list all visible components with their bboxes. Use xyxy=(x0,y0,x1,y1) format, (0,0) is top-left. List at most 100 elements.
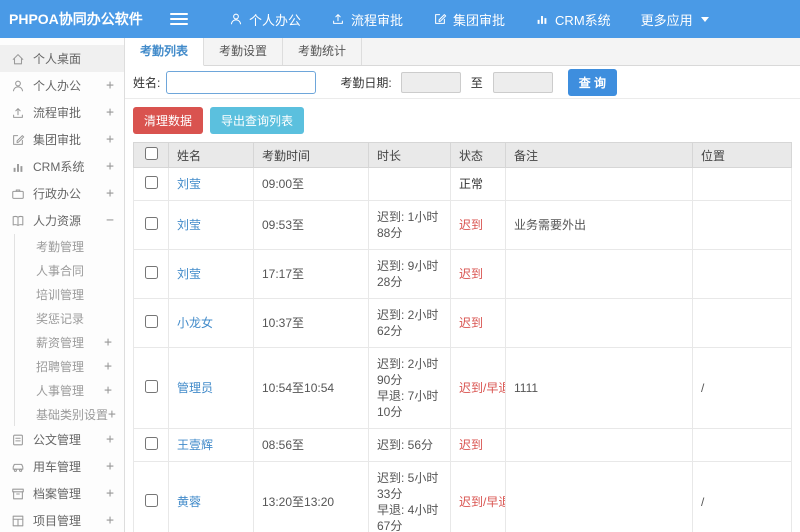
row-checkbox[interactable] xyxy=(144,493,158,507)
attendance-time-text: 13:20至13:20 xyxy=(262,495,335,509)
employee-name-link[interactable]: 管理员 xyxy=(177,381,213,395)
expand-plus-icon[interactable]: + xyxy=(106,159,114,174)
date-to-label: 至 xyxy=(470,75,483,90)
sidebar-subitem-training-management[interactable]: 培训管理 xyxy=(15,282,124,306)
table-row: 刘莹 17:17至 迟到: 9小时28分 迟到 xyxy=(133,249,792,299)
name-input[interactable] xyxy=(166,70,317,94)
export-list-button[interactable]: 导出查询列表 xyxy=(210,107,305,134)
sidebar-subitem-basic-category-settings[interactable]: 基础类别设置 + xyxy=(15,402,124,426)
sidebar-subitem-personnel-management[interactable]: 人事管理 + xyxy=(15,378,124,402)
column-header: 姓名 xyxy=(168,142,254,168)
sidebar-subitem-recruitment-management[interactable]: 招聘管理 + xyxy=(15,354,124,378)
sidebar-item-group-approval[interactable]: 集团审批 + xyxy=(0,126,124,153)
topnav-item-workflow-approval[interactable]: 流程审批 xyxy=(316,0,418,38)
expand-plus-icon[interactable]: + xyxy=(104,359,112,374)
row-checkbox[interactable] xyxy=(144,216,158,230)
row-checkbox[interactable] xyxy=(144,265,158,279)
query-button[interactable]: 查 询 xyxy=(567,68,618,96)
duration-text: 迟到: 56分 xyxy=(377,438,434,452)
name-cell: 王壹辉 xyxy=(168,428,254,462)
note-cell xyxy=(505,298,693,348)
employee-name-link[interactable]: 黄蓉 xyxy=(177,495,201,509)
row-checkbox-cell xyxy=(133,428,169,462)
employee-name-link[interactable]: 刘莹 xyxy=(177,177,201,191)
expand-plus-icon[interactable]: + xyxy=(106,105,114,120)
sidebar-subitem-label: 培训管理 xyxy=(36,287,85,302)
tab-attendance-settings[interactable]: 考勤设置 xyxy=(204,38,284,65)
hamburger-menu-icon[interactable] xyxy=(170,10,188,28)
sidebar-item-personal-desktop[interactable]: 个人桌面 xyxy=(0,45,124,72)
collapse-minus-icon[interactable]: − xyxy=(106,213,114,228)
sidebar-subitem-salary-management[interactable]: 薪资管理 + xyxy=(15,330,124,354)
tab-attendance-list[interactable]: 考勤列表 xyxy=(125,38,205,66)
expand-plus-icon[interactable]: + xyxy=(106,486,114,501)
topnav-item-group-approval[interactable]: 集团审批 xyxy=(418,0,520,38)
sidebar-item-workflow-approval[interactable]: 流程审批 + xyxy=(0,99,124,126)
top-navigation: 个人办公 流程审批 集团审批 CRM系统 更多应用 xyxy=(214,0,724,38)
sidebar-item-personal-office[interactable]: 个人办公 + xyxy=(0,72,124,99)
sidebar-subitem-attendance-management[interactable]: 考勤管理 xyxy=(15,234,124,258)
name-cell: 黄蓉 xyxy=(168,461,254,532)
name-label: 姓名: xyxy=(133,75,161,90)
name-cell: 刘莹 xyxy=(168,200,254,250)
row-checkbox[interactable] xyxy=(144,436,158,450)
share-icon xyxy=(11,106,25,120)
sidebar-item-crm-system[interactable]: CRM系统 + xyxy=(0,153,124,180)
duration-cell: 迟到: 5小时33分 早退: 4小时67分 xyxy=(368,461,451,532)
sidebar-item-label: 档案管理 xyxy=(33,487,82,501)
column-header: 位置 xyxy=(692,142,792,168)
time-cell: 09:53至 xyxy=(253,200,369,250)
sidebar-item-human-resources[interactable]: 人力资源 − xyxy=(0,207,124,234)
note-cell xyxy=(505,428,693,462)
expand-plus-icon[interactable]: + xyxy=(106,132,114,147)
expand-plus-icon[interactable]: + xyxy=(106,186,114,201)
note-text: 1111 xyxy=(514,381,539,395)
tab-attendance-statistics[interactable]: 考勤统计 xyxy=(283,38,363,65)
employee-name-link[interactable]: 小龙女 xyxy=(177,316,213,330)
sidebar-item-project-management[interactable]: 项目管理 + xyxy=(0,507,124,532)
column-header: 时长 xyxy=(368,142,451,168)
status-cell: 迟到 xyxy=(450,428,506,462)
attendance-time-text: 10:37至 xyxy=(262,316,305,330)
row-checkbox[interactable] xyxy=(144,379,158,393)
table-row: 管理员 10:54至10:54 迟到: 2小时90分 早退: 7小时10分 迟到/早退 1… xyxy=(133,347,792,429)
sidebar-item-label: 行政办公 xyxy=(33,187,82,201)
sidebar-item-admin-office[interactable]: 行政办公 + xyxy=(0,180,124,207)
expand-plus-icon[interactable]: + xyxy=(106,459,114,474)
table-row: 王壹辉 08:56至 迟到: 56分 迟到 xyxy=(133,428,792,462)
expand-plus-icon[interactable]: + xyxy=(106,513,114,528)
tab-bar: 考勤列表 考勤设置 考勤统计 xyxy=(125,38,800,66)
row-checkbox[interactable] xyxy=(144,175,158,189)
sidebar-item-label: CRM系统 xyxy=(33,160,85,174)
topnav-item-label: 流程审批 xyxy=(351,12,404,28)
clean-data-button[interactable]: 清理数据 xyxy=(133,107,204,134)
duration-text: 迟到: 2小时90分 xyxy=(377,357,439,387)
row-checkbox[interactable] xyxy=(144,314,158,328)
date-to-input[interactable] xyxy=(492,71,553,93)
caret-down-icon xyxy=(700,16,709,22)
employee-name-link[interactable]: 王壹辉 xyxy=(177,438,213,452)
expand-plus-icon[interactable]: + xyxy=(106,78,114,93)
sidebar-item-vehicle-management[interactable]: 用车管理 + xyxy=(0,453,124,480)
location-cell xyxy=(692,428,792,462)
status-cell: 迟到 xyxy=(450,298,506,348)
sidebar-subitem-personnel-contract[interactable]: 人事合同 xyxy=(15,258,124,282)
topnav-item-more-apps[interactable]: 更多应用 xyxy=(626,0,724,38)
topnav-item-crm-system[interactable]: CRM系统 xyxy=(520,0,626,38)
employee-name-link[interactable]: 刘莹 xyxy=(177,267,201,281)
expand-plus-icon[interactable]: + xyxy=(104,383,112,398)
expand-plus-icon[interactable]: + xyxy=(108,407,116,422)
attendance-time-text: 09:53至 xyxy=(262,218,305,232)
topnav-item-personal-office[interactable]: 个人办公 xyxy=(214,0,316,38)
employee-name-link[interactable]: 刘莹 xyxy=(177,218,201,232)
date-from-input[interactable] xyxy=(400,71,461,93)
select-all-checkbox[interactable] xyxy=(144,147,158,160)
sidebar-item-archive-management[interactable]: 档案管理 + xyxy=(0,480,124,507)
sidebar-subitem-reward-punishment-record[interactable]: 奖惩记录 xyxy=(15,306,124,330)
sidebar-item-document-management[interactable]: 公文管理 + xyxy=(0,426,124,453)
home-icon xyxy=(11,52,25,66)
top-header: PHPOA协同办公软件 个人办公 流程审批 集团审批 CRM系统 更多应用 xyxy=(0,0,800,38)
time-cell: 17:17至 xyxy=(253,249,369,299)
expand-plus-icon[interactable]: + xyxy=(106,432,114,447)
expand-plus-icon[interactable]: + xyxy=(104,335,112,350)
